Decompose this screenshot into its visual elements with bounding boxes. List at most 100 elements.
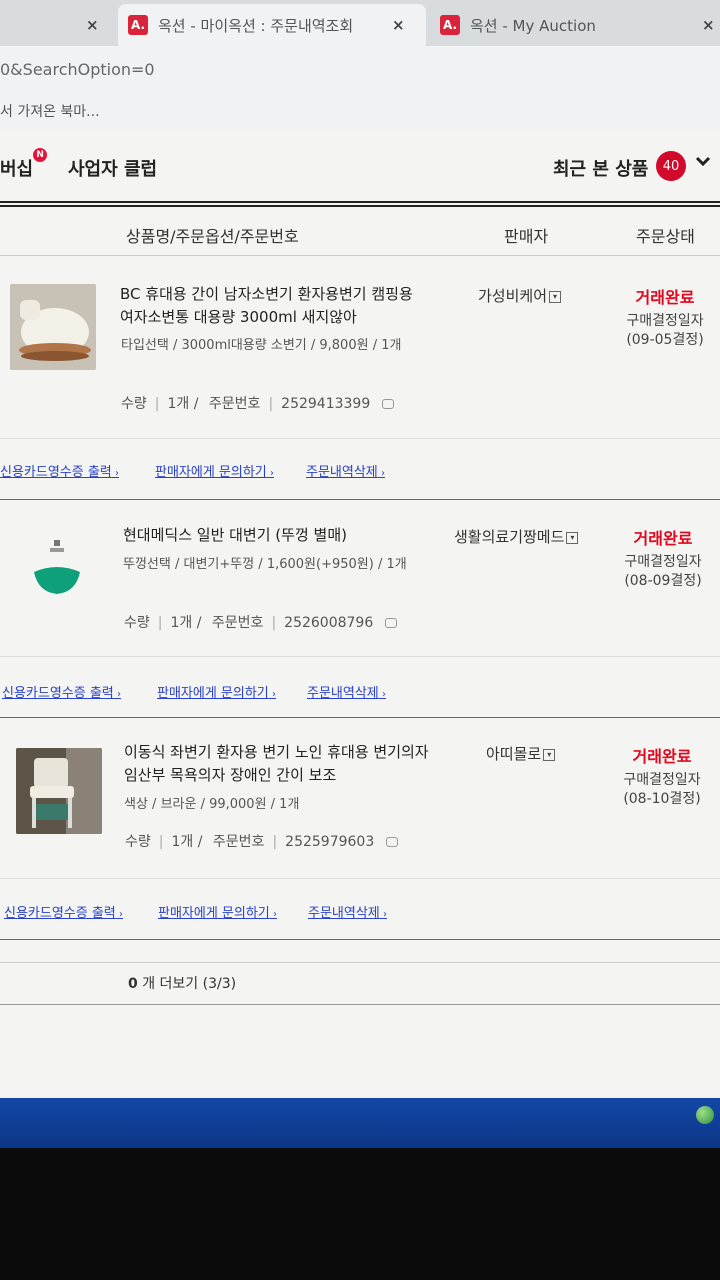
product-name-link[interactable]: 현대메딕스 일반 대변기 (뚜껑 별매) bbox=[123, 524, 438, 547]
more-bottom-divider bbox=[0, 1004, 720, 1005]
status-badge: 거래완료 bbox=[633, 529, 693, 548]
product-name-link[interactable]: BC 휴대용 간이 남자소변기 환자용변기 캠핑용 여자소변통 대용량 3000… bbox=[120, 283, 435, 329]
header-divider bbox=[0, 201, 720, 207]
chevron-down-icon[interactable] bbox=[694, 151, 712, 175]
delete-order-link[interactable]: 주문내역삭제 bbox=[307, 682, 386, 701]
status-badge: 거래완료 bbox=[632, 747, 692, 766]
seller-name[interactable]: 아띠몰로 ▾ bbox=[486, 743, 556, 764]
product-thumbnail[interactable] bbox=[10, 284, 96, 370]
column-header-status: 주문상태 bbox=[636, 227, 695, 246]
seller-dropdown-icon[interactable]: ▾ bbox=[543, 748, 556, 761]
recent-items-label[interactable]: 최근 본 상품 bbox=[553, 155, 648, 181]
purchase-decision-label: 구매결정일자 bbox=[624, 554, 702, 570]
order-table-header: 상품명/주문옵션/주문번호 판매자 주문상태 bbox=[0, 210, 720, 256]
url-text[interactable]: 0&SearchOption=0 bbox=[0, 60, 155, 79]
row-divider bbox=[0, 939, 720, 940]
seller-name[interactable]: 가성비케어 ▾ bbox=[478, 285, 562, 306]
card-receipt-link[interactable]: 신용카드영수증 출력 bbox=[2, 682, 121, 701]
order-number-label: 주문번호 bbox=[212, 834, 265, 850]
copy-icon[interactable] bbox=[386, 837, 399, 847]
order-number-label: 주문번호 bbox=[208, 396, 261, 412]
column-header-product: 상품명/주문옵션/주문번호 bbox=[126, 227, 299, 246]
order-status: 거래완료 구매결정일자 (08-09결정) bbox=[603, 525, 720, 591]
product-thumbnail[interactable] bbox=[14, 526, 100, 612]
tab-previous[interactable]: × bbox=[0, 4, 115, 46]
order-row: 이동식 좌변기 환자용 변기 노인 휴대용 변기의자 임산부 목욕의자 장애인 … bbox=[0, 718, 720, 940]
purchase-decision-date: (09-05결정) bbox=[626, 332, 704, 348]
contact-seller-link[interactable]: 판매자에게 문의하기 bbox=[157, 682, 276, 701]
seller-name-text: 가성비케어 bbox=[478, 287, 548, 305]
quantity-value: 1개 / bbox=[170, 615, 202, 631]
copy-icon[interactable] bbox=[382, 399, 395, 409]
order-number: 2529413399 bbox=[281, 396, 371, 412]
quantity-order-number: 수량 | 1개 / 주문번호 | 2525979603 bbox=[125, 831, 399, 851]
product-thumbnail[interactable] bbox=[16, 748, 102, 834]
order-row: 현대메딕스 일반 대변기 (뚜껑 별매) 뚜껑선택 / 대변기+뚜껑 / 1,6… bbox=[0, 500, 720, 718]
quantity-order-number: 수량 | 1개 / 주문번호 | 2526008796 bbox=[124, 612, 398, 632]
new-badge: N bbox=[33, 148, 48, 162]
windows-taskbar bbox=[0, 1098, 720, 1148]
status-badge: 거래완료 bbox=[635, 288, 695, 307]
quantity-label: 수량 bbox=[121, 396, 147, 412]
bookmarks-bar: 서 가져온 북마... bbox=[0, 92, 720, 130]
delete-order-link[interactable]: 주문내역삭제 bbox=[306, 461, 385, 480]
load-more-button[interactable]: 0 개 더보기 (3/3) bbox=[128, 973, 236, 993]
tab-my-auction[interactable]: A. 옥션 - My Auction × bbox=[430, 4, 720, 46]
card-receipt-link[interactable]: 신용카드영수증 출력 bbox=[4, 902, 123, 921]
address-bar[interactable]: 0&SearchOption=0 bbox=[0, 46, 720, 92]
bookmark-imported[interactable]: 서 가져온 북마... bbox=[0, 101, 100, 121]
seller-dropdown-icon[interactable]: ▾ bbox=[549, 290, 562, 303]
card-receipt-link[interactable]: 신용카드영수증 출력 bbox=[0, 461, 119, 480]
close-icon[interactable]: × bbox=[86, 16, 99, 34]
more-count: 0 bbox=[128, 976, 138, 992]
close-icon[interactable]: × bbox=[392, 16, 405, 34]
more-top-divider bbox=[0, 962, 720, 963]
more-label: 개 더보기 (3/3) bbox=[142, 976, 237, 992]
contact-seller-link[interactable]: 판매자에게 문의하기 bbox=[158, 902, 277, 921]
purchase-decision-label: 구매결정일자 bbox=[623, 772, 701, 788]
tab-title: 옥션 - 마이옥션 : 주문내역조회 bbox=[158, 16, 354, 35]
seller-name-text: 아띠몰로 bbox=[486, 745, 542, 763]
quantity-value: 1개 / bbox=[171, 834, 203, 850]
browser-tab-bar: × A. 옥션 - 마이옥션 : 주문내역조회 × A. 옥션 - My Auc… bbox=[0, 0, 720, 46]
tab-my-auction-orders[interactable]: A. 옥션 - 마이옥션 : 주문내역조회 × bbox=[118, 4, 426, 46]
order-option: 뚜껑선택 / 대변기+뚜껑 / 1,600원(+950원) / 1개 bbox=[123, 557, 407, 572]
purchase-decision-date: (08-10결정) bbox=[623, 791, 701, 807]
contact-seller-link[interactable]: 판매자에게 문의하기 bbox=[155, 461, 274, 480]
site-nav: 버십 N 사업자 클럽 최근 본 상품 bbox=[0, 140, 720, 196]
order-status: 거래완료 구매결정일자 (08-10결정) bbox=[602, 743, 720, 809]
screen: × A. 옥션 - 마이옥션 : 주문내역조회 × A. 옥션 - My Auc… bbox=[0, 0, 720, 1148]
seller-dropdown-icon[interactable]: ▾ bbox=[566, 531, 579, 544]
quantity-order-number: 수량 | 1개 / 주문번호 | 2529413399 bbox=[121, 393, 395, 413]
row-divider bbox=[0, 878, 720, 879]
seller-name[interactable]: 생활의료기짱메드 ▾ bbox=[454, 526, 579, 547]
recent-items-count-badge[interactable]: 40 bbox=[656, 151, 686, 181]
seller-name-text: 생활의료기짱메드 bbox=[454, 528, 565, 546]
column-header-seller: 판매자 bbox=[504, 227, 549, 246]
copy-icon[interactable] bbox=[385, 618, 398, 628]
order-status: 거래완료 구매결정일자 (09-05결정) bbox=[605, 284, 720, 350]
close-icon[interactable]: × bbox=[702, 16, 715, 34]
purchase-decision-label: 구매결정일자 bbox=[626, 313, 704, 329]
auction-favicon-icon: A. bbox=[440, 15, 460, 35]
order-number: 2526008796 bbox=[284, 615, 374, 631]
tab-title: 옥션 - My Auction bbox=[470, 16, 596, 35]
quantity-value: 1개 / bbox=[167, 396, 199, 412]
nav-membership[interactable]: 버십 N bbox=[0, 148, 48, 181]
auction-favicon-icon: A. bbox=[128, 15, 148, 35]
row-divider bbox=[0, 656, 720, 657]
nav-membership-label: 버십 bbox=[0, 159, 34, 180]
order-row: BC 휴대용 간이 남자소변기 환자용변기 캠핑용 여자소변통 대용량 3000… bbox=[0, 256, 720, 500]
order-option: 타입선택 / 3000ml대용량 소변기 / 9,800원 / 1개 bbox=[121, 338, 402, 353]
delete-order-link[interactable]: 주문내역삭제 bbox=[308, 902, 387, 921]
product-name-link[interactable]: 이동식 좌변기 환자용 변기 노인 휴대용 변기의자 임산부 목욕의자 장애인 … bbox=[124, 741, 439, 787]
order-option: 색상 / 브라운 / 99,000원 / 1개 bbox=[124, 797, 300, 812]
row-divider bbox=[0, 438, 720, 439]
order-number-label: 주문번호 bbox=[211, 615, 264, 631]
purchase-decision-date: (08-09결정) bbox=[624, 573, 702, 589]
quantity-label: 수량 bbox=[124, 615, 150, 631]
order-number: 2525979603 bbox=[285, 834, 375, 850]
nav-business-club[interactable]: 사업자 클럽 bbox=[68, 155, 157, 181]
network-tray-icon[interactable] bbox=[696, 1106, 714, 1124]
quantity-label: 수량 bbox=[125, 834, 151, 850]
